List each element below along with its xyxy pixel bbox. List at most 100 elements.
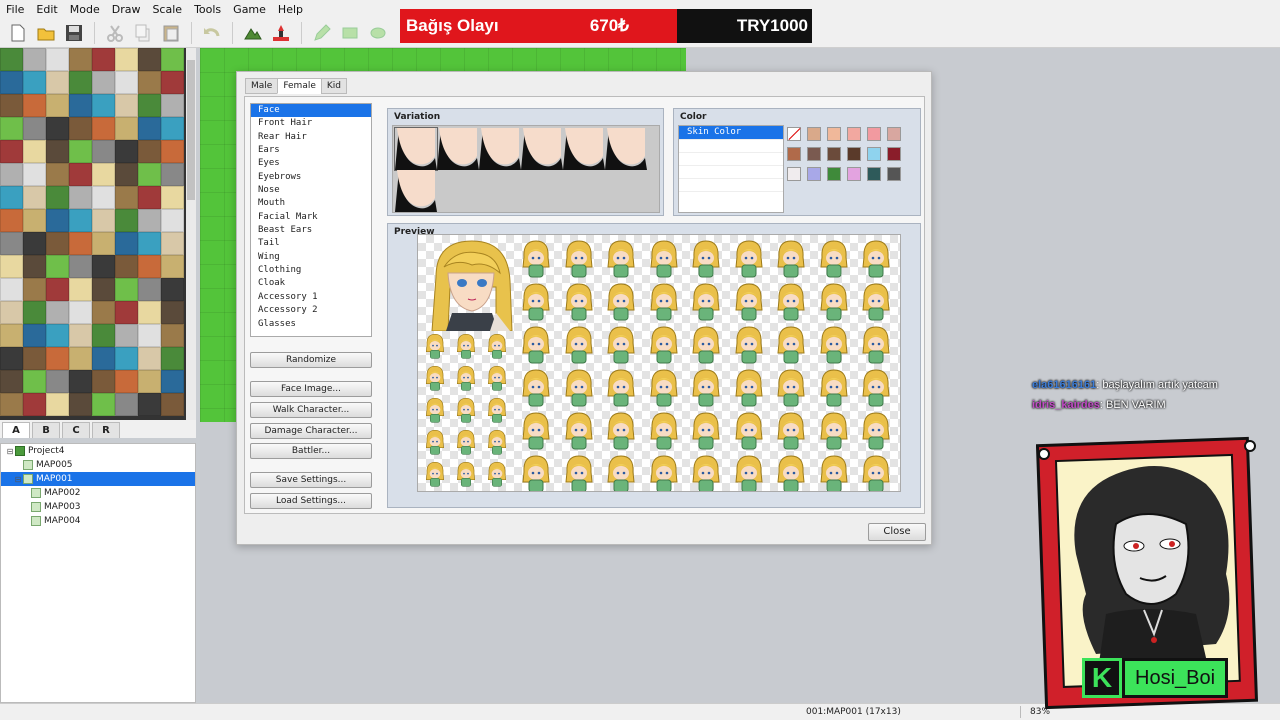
tile[interactable]	[92, 232, 115, 255]
tile[interactable]	[23, 278, 46, 301]
tree-map-item[interactable]: MAP002	[1, 486, 195, 500]
tile[interactable]	[161, 370, 184, 393]
load-settings-button[interactable]: Load Settings...	[250, 493, 372, 509]
tileset-tab-r[interactable]: R	[92, 422, 120, 438]
color-swatch[interactable]	[827, 167, 841, 181]
tile[interactable]	[92, 71, 115, 94]
tile[interactable]	[46, 71, 69, 94]
tile[interactable]	[23, 163, 46, 186]
tile[interactable]	[115, 255, 138, 278]
tile[interactable]	[138, 347, 161, 370]
tile[interactable]	[161, 278, 184, 301]
color-swatch[interactable]	[867, 167, 881, 181]
part-item[interactable]: Glasses	[251, 318, 371, 331]
color-swatch[interactable]	[807, 167, 821, 181]
part-item[interactable]: Clothing	[251, 264, 371, 277]
part-item[interactable]: Beast Ears	[251, 224, 371, 237]
parts-list[interactable]: Face Front Hair Rear Hair Ears Eyes Eyebrows N…	[250, 103, 372, 337]
tile[interactable]	[138, 140, 161, 163]
variation-option[interactable]	[394, 127, 438, 171]
tile[interactable]	[69, 370, 92, 393]
tile[interactable]	[0, 232, 23, 255]
tile[interactable]	[115, 278, 138, 301]
tile[interactable]	[0, 255, 23, 278]
tile[interactable]	[0, 393, 23, 416]
tile[interactable]	[0, 278, 23, 301]
expand-toggle-icon[interactable]: ⊟	[13, 475, 23, 484]
variation-option[interactable]	[563, 128, 605, 170]
tile[interactable]	[92, 163, 115, 186]
close-button[interactable]: Close	[868, 523, 926, 541]
tile[interactable]	[46, 163, 69, 186]
tile[interactable]	[69, 117, 92, 140]
tile[interactable]	[69, 232, 92, 255]
tile[interactable]	[138, 209, 161, 232]
tile[interactable]	[23, 71, 46, 94]
tile[interactable]	[161, 140, 184, 163]
tile[interactable]	[115, 186, 138, 209]
tile[interactable]	[161, 255, 184, 278]
menu-file[interactable]: File	[0, 3, 30, 16]
color-swatch[interactable]	[807, 127, 821, 141]
tile[interactable]	[0, 301, 23, 324]
tile[interactable]	[115, 347, 138, 370]
tile[interactable]	[0, 209, 23, 232]
tile[interactable]	[115, 209, 138, 232]
tile[interactable]	[46, 48, 69, 71]
tile[interactable]	[0, 370, 23, 393]
tile[interactable]	[161, 347, 184, 370]
part-item[interactable]: Wing	[251, 251, 371, 264]
part-item[interactable]: Facial Mark	[251, 211, 371, 224]
tileset-grid[interactable]	[0, 48, 196, 416]
map-grass-column[interactable]	[200, 48, 236, 422]
color-swatch[interactable]	[887, 167, 901, 181]
randomize-button[interactable]: Randomize	[250, 352, 372, 368]
tile[interactable]	[23, 347, 46, 370]
tile[interactable]	[23, 186, 46, 209]
ellipse-icon[interactable]	[366, 21, 390, 45]
tile[interactable]	[115, 301, 138, 324]
tile[interactable]	[46, 278, 69, 301]
map-mode-icon[interactable]	[241, 21, 265, 45]
tile[interactable]	[161, 71, 184, 94]
tile[interactable]	[161, 186, 184, 209]
part-item[interactable]: Mouth	[251, 197, 371, 210]
no-color-swatch[interactable]	[787, 127, 801, 141]
part-item[interactable]: Nose	[251, 184, 371, 197]
tree-project[interactable]: ⊟ Project4	[1, 444, 195, 458]
tile[interactable]	[161, 301, 184, 324]
tile[interactable]	[0, 94, 23, 117]
tile[interactable]	[46, 347, 69, 370]
tile[interactable]	[0, 324, 23, 347]
color-swatch[interactable]	[847, 167, 861, 181]
menu-scale[interactable]: Scale	[146, 3, 188, 16]
tile[interactable]	[23, 255, 46, 278]
tile[interactable]	[92, 370, 115, 393]
tile[interactable]	[69, 140, 92, 163]
color-swatch[interactable]	[827, 147, 841, 161]
tile[interactable]	[69, 255, 92, 278]
tree-map-item[interactable]: ⊟ MAP001	[1, 472, 195, 486]
tile[interactable]	[115, 232, 138, 255]
tree-map-item[interactable]: MAP003	[1, 500, 195, 514]
menu-tools[interactable]: Tools	[188, 3, 227, 16]
damage-character-button[interactable]: Damage Character...	[250, 423, 372, 439]
undo-icon[interactable]	[200, 21, 224, 45]
tile[interactable]	[92, 209, 115, 232]
tile[interactable]	[69, 94, 92, 117]
color-swatch[interactable]	[847, 147, 861, 161]
tile[interactable]	[69, 163, 92, 186]
tile[interactable]	[161, 393, 184, 416]
variation-grid[interactable]	[392, 125, 660, 213]
tile[interactable]	[23, 324, 46, 347]
tile[interactable]	[115, 71, 138, 94]
tile[interactable]	[46, 301, 69, 324]
tile[interactable]	[0, 48, 23, 71]
tile[interactable]	[69, 186, 92, 209]
tile[interactable]	[161, 324, 184, 347]
tile[interactable]	[23, 393, 46, 416]
tile[interactable]	[46, 232, 69, 255]
tile[interactable]	[138, 301, 161, 324]
part-item[interactable]: Tail	[251, 237, 371, 250]
battler-button[interactable]: Battler...	[250, 443, 372, 459]
